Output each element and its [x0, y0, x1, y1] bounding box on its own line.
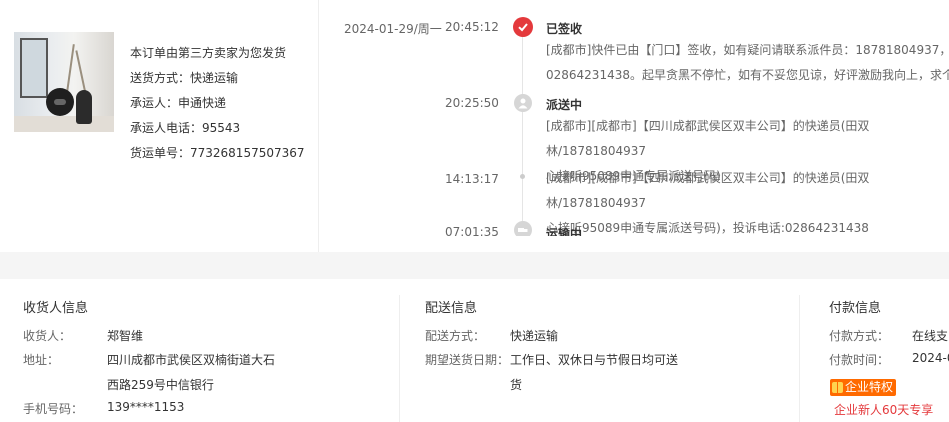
- courier-icon: [514, 94, 532, 112]
- divider: [318, 0, 319, 252]
- delivery-date-label: 期望送货日期：: [425, 353, 510, 367]
- receiver-phone-label: 手机号码：: [23, 402, 84, 416]
- product-thumbnail[interactable]: [14, 32, 114, 132]
- carrier-name: 承运人：申通快递: [130, 96, 227, 110]
- receiver-title: 收货人信息: [23, 301, 89, 316]
- shipment-panel: 本订单由第三方卖家为您发货 送货方式：快递运输 承运人：申通快递 承运人电话：9…: [0, 0, 949, 252]
- event-status: 已签收: [546, 22, 583, 36]
- event-status: 派送中: [546, 98, 583, 112]
- receiver-name: 郑智维: [107, 329, 144, 343]
- carrier-phone: 承运人电话：95543: [130, 121, 241, 135]
- timeline-line: [522, 34, 523, 236]
- shipping-summary: 本订单由第三方卖家为您发货 送货方式：快递运输 承运人：申通快递 承运人电话：9…: [130, 41, 305, 166]
- order-detail-page: 本订单由第三方卖家为您发货 送货方式：快递运输 承运人：申通快递 承运人电话：9…: [0, 0, 949, 422]
- delivery-method: 快递运输: [510, 329, 559, 343]
- enterprise-badge[interactable]: 企业特权: [830, 379, 897, 396]
- event-status: 运输中: [546, 227, 583, 236]
- logistics-timeline[interactable]: 2024-01-29/周一 20:45:12 已签收 [成都市]快件已由【门口】…: [320, 0, 949, 236]
- shipping-method: 送货方式：快递运输: [130, 71, 239, 85]
- event-detail: [成都市][成都市]【四川成都武侯区双丰公司】的快递员(田双林/18781804…: [546, 171, 870, 235]
- payment-time-label: 付款时间：: [829, 353, 890, 367]
- payment-title: 付款信息: [829, 301, 882, 316]
- event-detail: [成都市]快件已由【门口】签收，如有疑问请联系派件员：18781804937，投…: [546, 43, 949, 82]
- payment-method: 在线支: [912, 329, 949, 343]
- gift-icon: [832, 382, 843, 393]
- order-info-panel: 收货人信息 收货人： 郑智维 地址： 四川成都市武侯区双楠街道大石 西路259号…: [0, 279, 949, 422]
- event-time: 07:01:35: [445, 225, 499, 236]
- receiver-phone: 139****1153: [107, 400, 185, 414]
- section-separator: [0, 252, 949, 279]
- divider: [399, 295, 400, 422]
- delivery-date: 工作日、双休日与节假日均可送: [510, 353, 679, 367]
- event-time: 14:13:17: [445, 172, 499, 186]
- receiver-address-cont: 西路259号中信银行: [107, 378, 214, 392]
- payment-method-label: 付款方式：: [829, 329, 890, 343]
- timeline-date: 2024-01-29/周一: [344, 22, 442, 36]
- check-icon: [513, 17, 533, 37]
- divider: [799, 295, 800, 422]
- delivery-date-cont: 货: [510, 378, 523, 392]
- payment-time: 2024-0: [912, 351, 949, 365]
- enterprise-promo-link[interactable]: 企业新人60天专享: [834, 401, 933, 418]
- timeline-dot: [520, 174, 525, 179]
- receiver-name-label: 收货人：: [23, 329, 72, 343]
- delivery-title: 配送信息: [425, 301, 478, 316]
- event-time: 20:45:12: [445, 20, 499, 34]
- delivery-method-label: 配送方式：: [425, 329, 486, 343]
- receiver-address: 四川成都市武侯区双楠街道大石: [107, 353, 276, 367]
- event-time: 20:25:50: [445, 96, 499, 110]
- receiver-address-label: 地址：: [23, 353, 60, 367]
- seller-note: 本订单由第三方卖家为您发货: [130, 46, 287, 60]
- tracking-number: 货运单号：773268157507367: [130, 146, 305, 160]
- truck-icon: [514, 221, 532, 236]
